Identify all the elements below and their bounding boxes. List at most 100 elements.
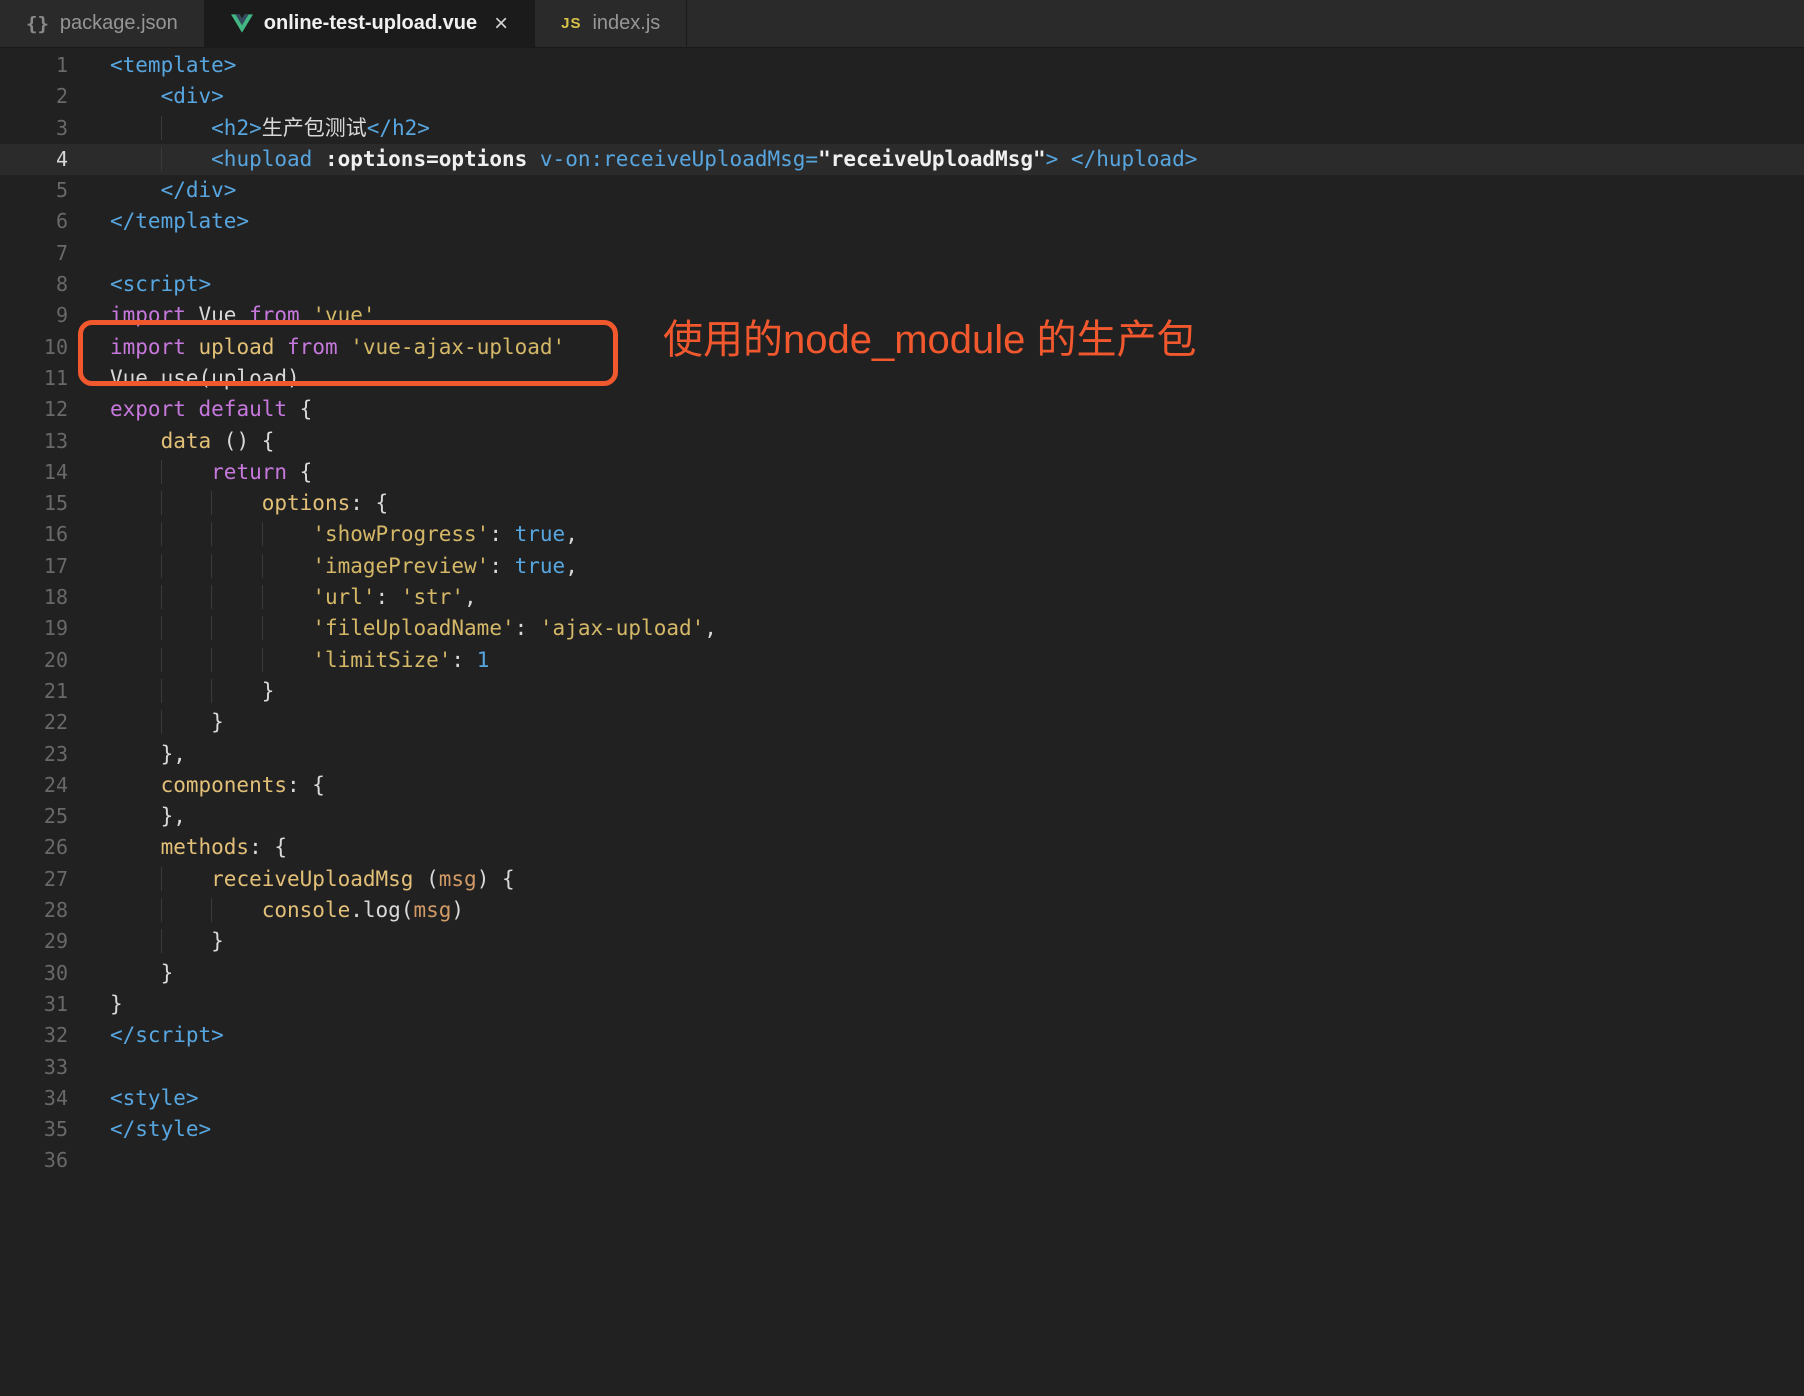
line-number: 11 <box>0 363 90 394</box>
code-text: Vue.use(upload) <box>90 363 300 394</box>
code-line[interactable]: 20 'limitSize': 1 <box>0 645 1804 676</box>
line-number: 1 <box>0 50 90 81</box>
code-line[interactable]: 34<style> <box>0 1083 1804 1114</box>
code-text: }, <box>90 739 186 770</box>
code-text: <script> <box>90 269 211 300</box>
line-number: 31 <box>0 989 90 1020</box>
editor: 1<template>2 <div>3 <h2>生产包测试</h2>4 <hup… <box>0 48 1804 1177</box>
code-text: </template> <box>90 206 249 237</box>
code-lines: 1<template>2 <div>3 <h2>生产包测试</h2>4 <hup… <box>0 50 1804 1177</box>
code-text <box>90 1145 110 1176</box>
line-number: 28 <box>0 895 90 926</box>
code-text: data () { <box>90 426 274 457</box>
code-line[interactable]: 36 <box>0 1145 1804 1176</box>
code-text: <hupload :options=options v-on:receiveUp… <box>90 144 1197 175</box>
code-line[interactable]: 29 } <box>0 926 1804 957</box>
line-number: 12 <box>0 394 90 425</box>
braces-icon: {} <box>26 13 49 35</box>
line-number: 17 <box>0 551 90 582</box>
tab-label: index.js <box>592 12 660 35</box>
code-text: <div> <box>90 81 224 112</box>
code-text: </style> <box>90 1114 211 1145</box>
code-line[interactable]: 13 data () { <box>0 426 1804 457</box>
line-number: 34 <box>0 1083 90 1114</box>
line-number: 8 <box>0 269 90 300</box>
code-line[interactable]: 7 <box>0 238 1804 269</box>
line-number: 33 <box>0 1052 90 1083</box>
code-line[interactable]: 19 'fileUploadName': 'ajax-upload', <box>0 613 1804 644</box>
code-text: } <box>90 926 224 957</box>
code-line[interactable]: 1<template> <box>0 50 1804 81</box>
line-number: 25 <box>0 801 90 832</box>
code-text: } <box>90 958 173 989</box>
line-number: 16 <box>0 519 90 550</box>
code-text: <style> <box>90 1083 199 1114</box>
code-line[interactable]: 12export default { <box>0 394 1804 425</box>
code-line[interactable]: 23 }, <box>0 739 1804 770</box>
line-number: 27 <box>0 864 90 895</box>
code-line[interactable]: 11Vue.use(upload) <box>0 363 1804 394</box>
code-line[interactable]: 21 } <box>0 676 1804 707</box>
code-text: } <box>90 989 123 1020</box>
code-line[interactable]: 35</style> <box>0 1114 1804 1145</box>
code-line[interactable]: 15 options: { <box>0 488 1804 519</box>
line-number: 36 <box>0 1145 90 1176</box>
line-number: 32 <box>0 1020 90 1051</box>
tab-package-json[interactable]: {} package.json <box>0 0 205 47</box>
line-number: 7 <box>0 238 90 269</box>
code-line[interactable]: 30 } <box>0 958 1804 989</box>
line-number: 3 <box>0 113 90 144</box>
line-number: 6 <box>0 206 90 237</box>
code-line[interactable]: 32</script> <box>0 1020 1804 1051</box>
code-text: }, <box>90 801 186 832</box>
code-text <box>90 238 110 269</box>
code-line[interactable]: 4 <hupload :options=options v-on:receive… <box>0 144 1804 175</box>
code-line[interactable]: 26 methods: { <box>0 832 1804 863</box>
tab-online-test-upload-vue[interactable]: online-test-upload.vue × <box>205 0 535 47</box>
line-number: 35 <box>0 1114 90 1145</box>
code-text: </div> <box>90 175 236 206</box>
code-line[interactable]: 31} <box>0 989 1804 1020</box>
code-line[interactable]: 33 <box>0 1052 1804 1083</box>
code-line[interactable]: 22 } <box>0 707 1804 738</box>
line-number: 30 <box>0 958 90 989</box>
code-text <box>90 1052 110 1083</box>
line-number: 4 <box>0 144 90 175</box>
code-text: export default { <box>90 394 312 425</box>
code-line[interactable]: 14 return { <box>0 457 1804 488</box>
vue-icon <box>231 14 253 33</box>
tab-index-js[interactable]: JS index.js <box>535 0 687 47</box>
code-text: receiveUploadMsg (msg) { <box>90 864 515 895</box>
close-icon[interactable]: × <box>494 12 508 36</box>
code-text: } <box>90 676 274 707</box>
code-line[interactable]: 2 <div> <box>0 81 1804 112</box>
tab-bar: {} package.json online-test-upload.vue ×… <box>0 0 1804 48</box>
line-number: 20 <box>0 645 90 676</box>
line-number: 22 <box>0 707 90 738</box>
line-number: 24 <box>0 770 90 801</box>
code-line[interactable]: 25 }, <box>0 801 1804 832</box>
code-text: 'fileUploadName': 'ajax-upload', <box>90 613 717 644</box>
code-line[interactable]: 16 'showProgress': true, <box>0 519 1804 550</box>
line-number: 18 <box>0 582 90 613</box>
line-number: 19 <box>0 613 90 644</box>
line-number: 5 <box>0 175 90 206</box>
code-line[interactable]: 3 <h2>生产包测试</h2> <box>0 113 1804 144</box>
code-line[interactable]: 18 'url': 'str', <box>0 582 1804 613</box>
code-line[interactable]: 17 'imagePreview': true, <box>0 551 1804 582</box>
code-line[interactable]: 28 console.log(msg) <box>0 895 1804 926</box>
line-number: 10 <box>0 332 90 363</box>
code-text: import Vue from 'vue' <box>90 300 376 331</box>
code-line[interactable]: 5 </div> <box>0 175 1804 206</box>
code-line[interactable]: 8<script> <box>0 269 1804 300</box>
code-line[interactable]: 24 components: { <box>0 770 1804 801</box>
code-text: 'url': 'str', <box>90 582 477 613</box>
code-line[interactable]: 27 receiveUploadMsg (msg) { <box>0 864 1804 895</box>
code-text: import upload from 'vue-ajax-upload' <box>90 332 565 363</box>
code-editor-window: { "tabbar": { "tabs": [ { "label": "pack… <box>0 0 1804 1396</box>
line-number: 29 <box>0 926 90 957</box>
code-text: } <box>90 707 224 738</box>
code-line[interactable]: 6</template> <box>0 206 1804 237</box>
line-number: 26 <box>0 832 90 863</box>
line-number: 21 <box>0 676 90 707</box>
